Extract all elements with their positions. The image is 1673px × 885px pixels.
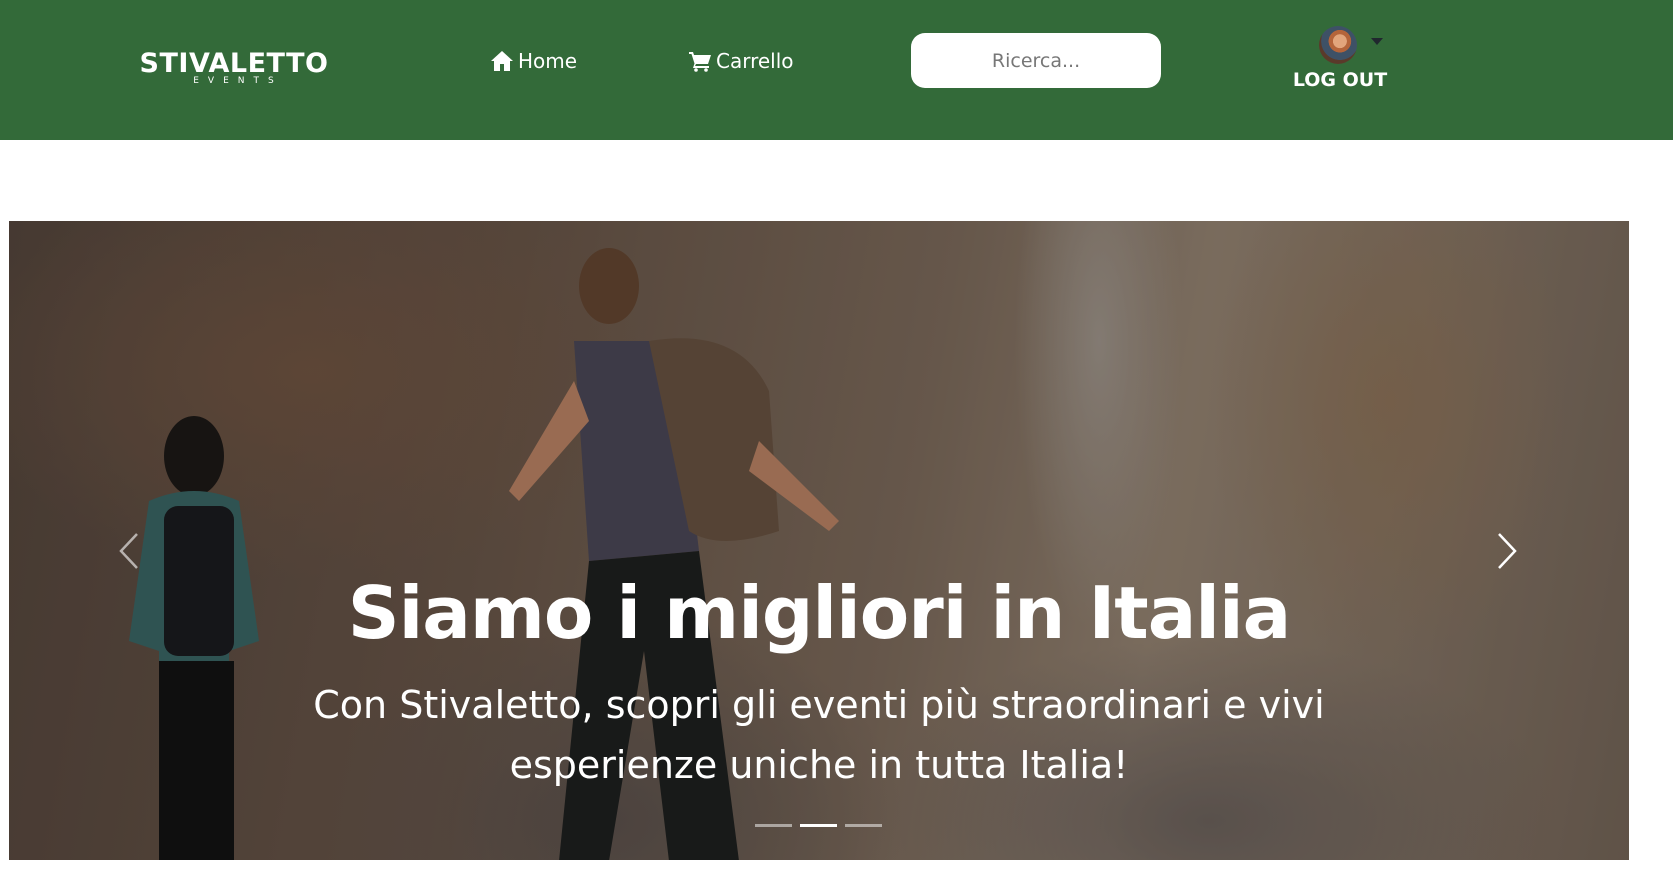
carousel-indicators: [755, 824, 882, 834]
carousel-indicator[interactable]: [800, 824, 837, 827]
nav-home-label: Home: [518, 49, 578, 73]
hero-subtitle: Con Stivaletto, scopri gli eventi più st…: [313, 683, 1325, 787]
home-icon: [491, 51, 513, 71]
carousel-indicator[interactable]: [755, 824, 792, 827]
carousel-indicator[interactable]: [845, 824, 882, 827]
chevron-right-icon: [1498, 533, 1517, 569]
cart-icon: [689, 52, 711, 72]
chevron-left-icon: [119, 533, 138, 569]
brand-logo[interactable]: STIVALETTO EVENTS: [134, 48, 334, 94]
search-input[interactable]: [911, 33, 1161, 88]
chevron-down-icon[interactable]: [1371, 38, 1383, 45]
top-navbar: STIVALETTO EVENTS Home Carrello LOG OUT: [0, 0, 1673, 140]
user-avatar[interactable]: [1319, 26, 1357, 64]
hero-carousel: Siamo i migliori in Italia Con Stivalett…: [9, 221, 1629, 860]
hero-title: Siamo i migliori in Italia: [347, 571, 1291, 655]
nav-cart-label: Carrello: [716, 49, 794, 73]
user-menu: LOG OUT: [1290, 24, 1390, 96]
logout-button[interactable]: LOG OUT: [1290, 69, 1390, 91]
nav-home-link[interactable]: Home: [490, 46, 577, 76]
nav-cart-link[interactable]: Carrello: [688, 46, 794, 76]
